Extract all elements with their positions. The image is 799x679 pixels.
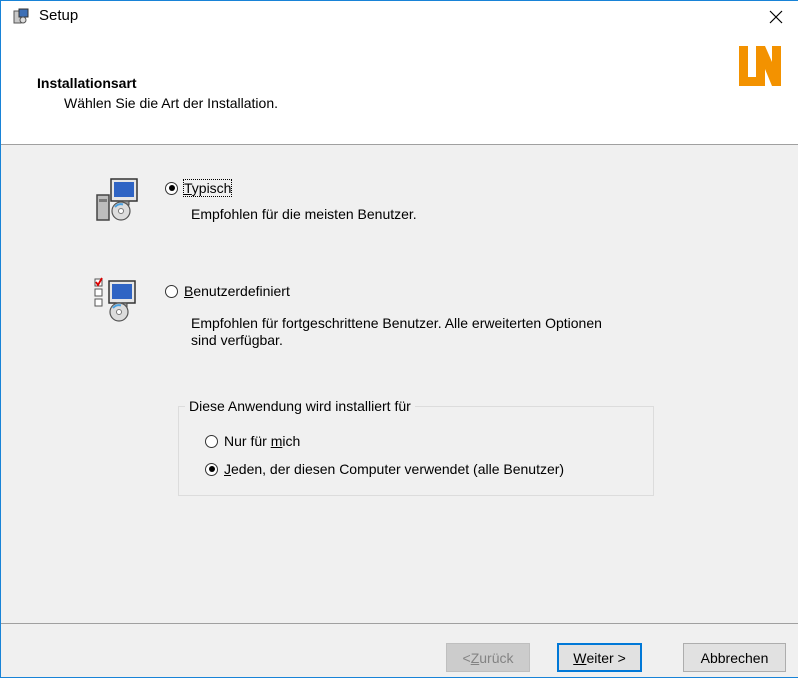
radio-custom[interactable] xyxy=(165,284,178,298)
setup-custom-icon xyxy=(94,277,136,322)
close-icon xyxy=(769,10,783,23)
close-button[interactable] xyxy=(753,1,798,32)
setup-typical-icon xyxy=(96,178,138,221)
window-title: Setup xyxy=(39,7,79,24)
option-typical-label: Typisch xyxy=(182,179,233,197)
radio-typical[interactable] xyxy=(165,181,178,195)
page-title: Installationsart xyxy=(37,75,137,91)
cancel-button[interactable]: Abbrechen xyxy=(683,643,786,672)
footer-divider xyxy=(1,623,798,624)
option-custom-description-line1: Empfohlen für fortgeschrittene Benutzer.… xyxy=(191,315,602,331)
option-typical[interactable]: Typisch xyxy=(165,179,233,197)
install-for-group: Diese Anwendung wird installiert für Nur… xyxy=(178,398,654,496)
next-button[interactable]: Weiter > xyxy=(557,643,642,672)
main-content: Typisch Empfohlen für die meisten Benutz… xyxy=(1,145,798,623)
install-for-legend: Diese Anwendung wird installiert für xyxy=(185,398,415,414)
install-for-me-label: Nur für mich xyxy=(224,433,301,449)
title-bar: Setup xyxy=(1,1,798,32)
setup-window: Setup Installationsart Wählen Sie die Ar… xyxy=(0,0,798,678)
option-custom-label: Benutzerdefiniert xyxy=(184,283,290,299)
setup-app-icon xyxy=(13,8,29,24)
option-custom-description-line2: sind verfügbar. xyxy=(191,332,283,348)
back-button[interactable]: < Zurück xyxy=(446,643,530,672)
install-for-me[interactable]: Nur für mich xyxy=(205,433,300,449)
install-for-all[interactable]: Jeden, der diesen Computer verwendet (al… xyxy=(205,461,564,477)
option-typical-description: Empfohlen für die meisten Benutzer. xyxy=(191,206,417,222)
radio-all-users[interactable] xyxy=(205,462,218,476)
ln-logo xyxy=(739,46,781,86)
install-for-all-label: Jeden, der diesen Computer verwendet (al… xyxy=(224,461,565,477)
page-subtitle: Wählen Sie die Art der Installation. xyxy=(64,95,279,111)
header-panel: Installationsart Wählen Sie die Art der … xyxy=(1,32,798,145)
option-custom[interactable]: Benutzerdefiniert xyxy=(165,283,290,299)
radio-only-me[interactable] xyxy=(205,434,218,448)
option-custom-description: Empfohlen für fortgeschrittene Benutzer.… xyxy=(191,315,602,349)
